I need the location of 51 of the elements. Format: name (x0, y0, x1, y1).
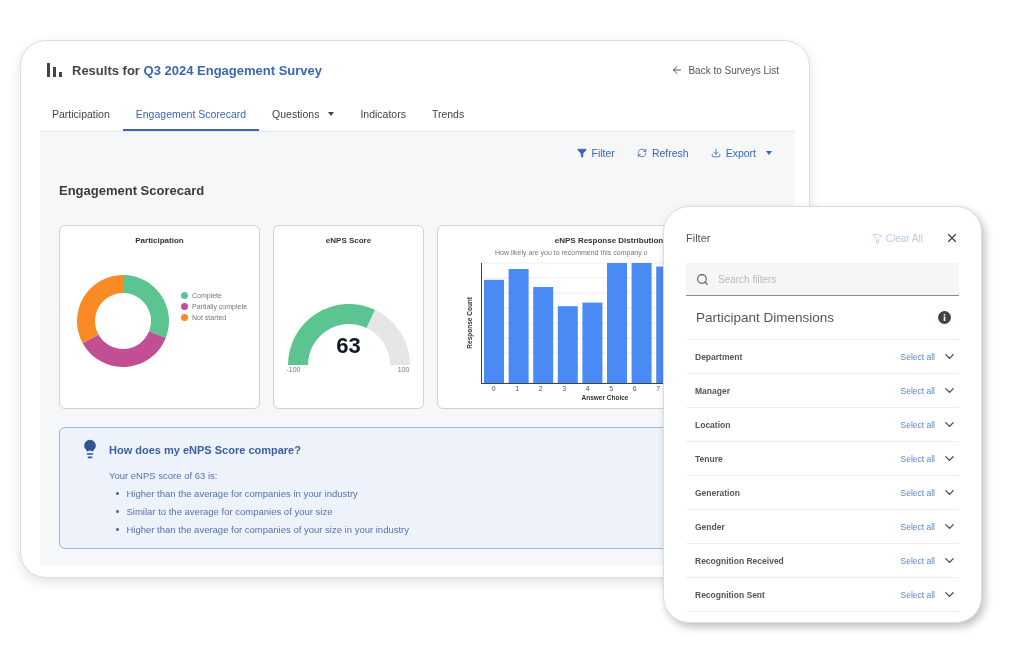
panel-title: Filter (686, 232, 712, 244)
filter-button[interactable]: Filter (576, 147, 615, 159)
arrow-left-icon (671, 64, 684, 76)
select-all-link[interactable]: Select all (900, 487, 935, 498)
dimension-label: Recognition Sent (695, 589, 766, 600)
select-all-link[interactable]: Select all (900, 453, 935, 464)
tab[interactable]: Questions (259, 99, 348, 131)
search-icon (696, 273, 709, 286)
download-icon (710, 148, 721, 158)
dimension-label: Gender (695, 521, 726, 532)
dimension-label: Location (695, 419, 732, 430)
bar-chart-icon (46, 62, 62, 78)
gauge-track (365, 309, 410, 365)
tab[interactable]: Trends (418, 99, 478, 131)
insight-text: Your eNPS score of 63 is: (109, 469, 219, 482)
dimension-label: Tenure (695, 453, 724, 464)
dimension-label: Department (695, 351, 744, 362)
select-all-link[interactable]: Select all (900, 351, 935, 362)
insight-point: Higher than the average for companies of your size in your industry (126, 523, 409, 536)
select-all-link[interactable]: Select all (900, 589, 935, 600)
select-all-link[interactable]: Select all (900, 419, 935, 430)
insight-point: Higher than the average for companies in your industry (126, 487, 358, 500)
section-title: Participant Dimensions (696, 310, 835, 325)
back-link[interactable]: Back to Surveys List (671, 64, 779, 76)
select-all-link[interactable]: Select all (900, 521, 935, 532)
card-title: eNPS Score (325, 236, 372, 245)
tab[interactable]: Indicators (347, 99, 419, 131)
insight-point: Similar to the average for companies of your size (126, 505, 333, 518)
info-icon (938, 311, 951, 324)
select-all-link[interactable]: Select all (900, 555, 935, 566)
insight-title: How does my eNPS Score compare? (109, 443, 302, 456)
card-title: eNPS Response Distribution (554, 236, 664, 245)
refresh-icon (636, 148, 647, 158)
filter-icon (576, 148, 587, 158)
export-button[interactable]: Export (710, 147, 772, 159)
close-button[interactable] (945, 231, 959, 245)
page-title: Results for Q3 2024 Engagement Survey (72, 62, 322, 78)
section-title: Engagement Scorecard (59, 183, 206, 200)
dimension-label: Generation (695, 487, 741, 498)
filter-off-icon (871, 232, 883, 244)
bullet-icon (116, 492, 119, 495)
bullet-icon (116, 528, 119, 531)
dimension-label: Manager (695, 385, 731, 396)
tab[interactable]: Participation (39, 99, 123, 131)
enps-score: 63 (335, 335, 362, 357)
dimension-label: Recognition Received (695, 555, 785, 566)
search-field[interactable]: Search filters (686, 263, 959, 296)
refresh-button[interactable]: Refresh (636, 147, 689, 159)
select-all-link[interactable]: Select all (900, 385, 935, 396)
card-title: Participation (135, 236, 184, 245)
bullet-icon (116, 510, 119, 513)
